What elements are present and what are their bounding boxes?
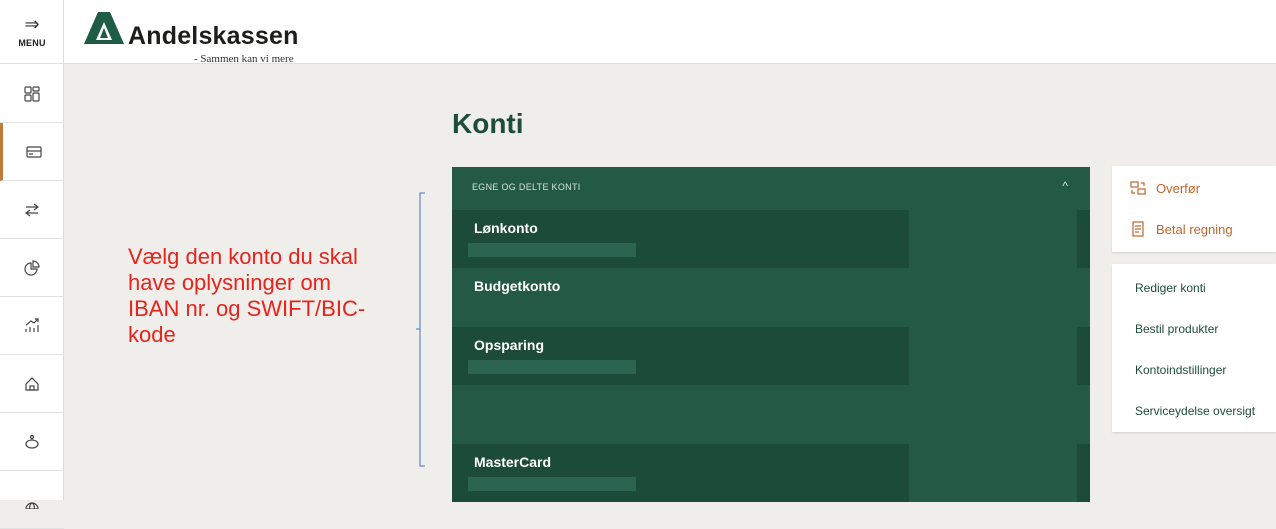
home-icon <box>25 376 39 391</box>
account-name: MasterCard <box>474 454 552 470</box>
transfer-button[interactable]: Overfør <box>1130 177 1200 199</box>
brand-logo[interactable]: Andelskassen - Sammen kan vi mere <box>84 8 324 65</box>
account-row[interactable]: Lønkonto <box>452 210 1090 268</box>
nav-accounts[interactable] <box>0 123 64 181</box>
annotation-text: Vælg den konto du skal have oplysninger … <box>128 244 366 347</box>
side-nav: ⇒ MENU <box>0 0 64 529</box>
pie-chart-icon <box>24 259 40 276</box>
card-icon <box>25 145 42 158</box>
brand-name: Andelskassen <box>128 22 299 50</box>
piggy-bank-icon <box>25 434 39 449</box>
growth-chart-icon <box>25 317 39 332</box>
brand-tagline: - Sammen kan vi mere <box>194 53 294 65</box>
menu-label: MENU <box>18 38 46 48</box>
account-settings-link[interactable]: Kontoindstillinger <box>1135 363 1226 377</box>
transfer-icon <box>25 203 39 216</box>
accounts-panel: EGNE OG DELTE KONTI ^ Lønkonto Budgetkon… <box>452 167 1090 502</box>
chevron-up-icon[interactable]: ^ <box>1062 179 1068 193</box>
account-name: Opsparing <box>474 337 545 353</box>
account-number-masked <box>468 360 636 374</box>
service-overview-link[interactable]: Serviceydelse oversigt <box>1135 404 1255 418</box>
nav-transfers[interactable] <box>0 181 64 239</box>
account-row[interactable]: MasterCard <box>452 444 1090 502</box>
order-products-link[interactable]: Bestil produkter <box>1135 322 1218 336</box>
menu-arrow-icon: ⇒ <box>24 14 40 35</box>
accounts-section-title: EGNE OG DELTE KONTI <box>472 182 581 192</box>
account-number-masked <box>468 477 636 491</box>
account-name: Budgetkonto <box>474 278 561 294</box>
account-balance-masked <box>909 327 1077 385</box>
account-name: Lønkonto <box>474 220 538 236</box>
account-balance-masked <box>909 444 1077 502</box>
menu-button[interactable]: ⇒ MENU <box>0 0 64 64</box>
page-title: Konti <box>452 108 524 139</box>
account-number-masked <box>468 243 636 257</box>
top-header: Andelskassen - Sammen kan vi mere <box>64 0 1276 65</box>
pay-bill-label: Betal regning <box>1156 221 1233 237</box>
account-balance-masked <box>909 210 1077 268</box>
nav-international[interactable] <box>0 471 64 529</box>
account-row[interactable]: Opsparing <box>452 327 1090 385</box>
transfer-label: Overfør <box>1156 180 1201 196</box>
nav-housing[interactable] <box>0 355 64 413</box>
accounts-panel-header[interactable]: EGNE OG DELTE KONTI ^ <box>452 167 1090 209</box>
account-links-card: Rediger konti Bestil produkter Kontoinds… <box>1112 264 1276 432</box>
nav-overview[interactable] <box>0 65 64 123</box>
quick-actions-card: Overfør Betal regning <box>1112 166 1276 252</box>
edit-accounts-link[interactable]: Rediger konti <box>1135 281 1206 295</box>
dashboard-icon <box>24 85 40 102</box>
nav-savings[interactable] <box>0 413 64 471</box>
logo-mark-icon <box>84 12 124 44</box>
nav-budget[interactable] <box>0 239 64 297</box>
bill-icon <box>1132 221 1144 237</box>
pay-bill-button[interactable]: Betal regning <box>1130 218 1233 240</box>
nav-investments[interactable] <box>0 297 64 355</box>
account-row[interactable]: Budgetkonto <box>452 268 1090 326</box>
transfer-icon <box>1130 181 1146 195</box>
annotation-bracket <box>416 192 425 467</box>
